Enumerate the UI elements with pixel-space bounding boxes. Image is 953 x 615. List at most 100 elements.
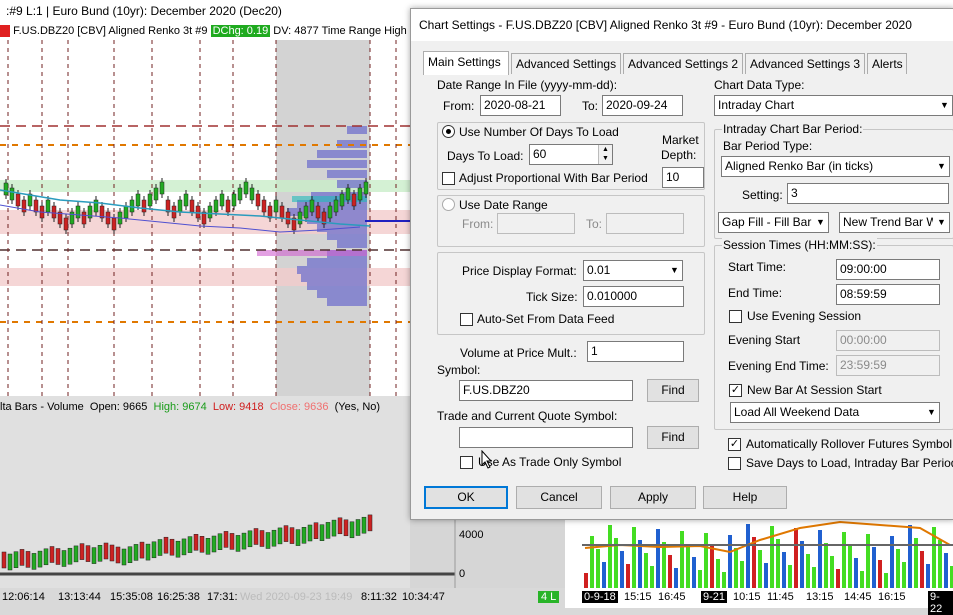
from-label: From: xyxy=(443,99,475,113)
mini-volume-bar xyxy=(890,536,894,588)
delta-bar xyxy=(19,549,25,566)
time-axis-cursor-label: Wed 2020-09-23 19:49 xyxy=(240,591,353,603)
delta-bar xyxy=(319,524,325,541)
renko-bar xyxy=(189,199,195,213)
new-bar-session-checkbox[interactable]: ✓ xyxy=(729,384,742,397)
mini-volume-bar xyxy=(710,546,714,588)
save-days-checkbox[interactable] xyxy=(728,457,741,470)
tab-label: Alerts xyxy=(872,57,903,71)
new-trend-select[interactable]: New Trend Bar W ▼ xyxy=(839,212,950,233)
days-spinner[interactable]: ▲ ▼ xyxy=(598,145,612,164)
mini-volume-bar xyxy=(782,552,786,588)
mini-volume-bar xyxy=(776,539,780,588)
mini-volume-bar xyxy=(758,550,762,588)
dialog-title-bar[interactable]: Chart Settings - F.US.DBZ20 [CBV] Aligne… xyxy=(411,9,953,41)
bar-period-type-select[interactable]: Aligned Renko Bar (in ticks) ▼ xyxy=(721,156,950,177)
find-symbol-button[interactable]: Find xyxy=(647,379,699,402)
trade-symbol-input[interactable] xyxy=(459,427,633,448)
tab-main-settings[interactable]: Main Settings xyxy=(423,51,509,75)
to-date-input[interactable]: 2020-09-24 xyxy=(602,95,683,116)
delta-bar xyxy=(115,546,121,564)
delta-bar xyxy=(127,546,133,563)
end-time-value: 08:59:59 xyxy=(840,287,887,301)
weekend-data-select[interactable]: Load All Weekend Data ▼ xyxy=(730,402,940,423)
tab-advanced-settings-3[interactable]: Advanced Settings 3 xyxy=(745,53,865,74)
mini-volume-bar xyxy=(644,553,648,588)
volume-price-mult-input[interactable]: 1 xyxy=(587,341,684,362)
days-to-load-value: 60 xyxy=(533,147,547,161)
indicator-close: Close: 9636 xyxy=(269,401,329,413)
mini-volume-bar xyxy=(584,573,588,588)
profile-bar xyxy=(327,232,367,240)
renko-bar xyxy=(93,199,99,213)
trade-only-checkbox[interactable] xyxy=(460,456,473,469)
find-trade-symbol-button[interactable]: Find xyxy=(647,426,699,449)
evening-end-input[interactable]: 23:59:59 xyxy=(836,355,940,376)
symbol-input[interactable]: F.US.DBZ20 xyxy=(459,380,633,401)
from-date-input[interactable]: 2020-08-21 xyxy=(480,95,561,116)
session-times-label: Session Times (HH:MM:SS): xyxy=(722,238,877,252)
range-to-input[interactable] xyxy=(606,213,684,234)
tick-size-input[interactable]: 0.010000 xyxy=(583,286,684,307)
delta-bar xyxy=(7,553,13,571)
range-from-input[interactable] xyxy=(497,213,575,234)
renko-bar xyxy=(81,211,87,225)
tab-advanced-settings[interactable]: Advanced Settings xyxy=(511,53,621,74)
chevron-down-icon: ▼ xyxy=(666,261,682,280)
tab-advanced-settings-2[interactable]: Advanced Settings 2 xyxy=(623,53,743,74)
time-axis-label: 17:31: xyxy=(207,591,238,603)
market-depth-input[interactable]: 10 xyxy=(662,167,704,188)
apply-button[interactable]: Apply xyxy=(610,486,696,509)
cancel-button[interactable]: Cancel xyxy=(516,486,602,509)
delta-bar xyxy=(235,535,241,552)
time-axis-label: 13:13:44 xyxy=(58,591,101,603)
delta-bar xyxy=(229,533,235,550)
symbol-value: F.US.DBZ20 xyxy=(463,383,530,397)
use-evening-label: Use Evening Session xyxy=(747,309,862,323)
mini-volume-bar xyxy=(794,528,798,588)
setting-input[interactable]: 3 xyxy=(787,183,949,204)
auto-set-checkbox[interactable] xyxy=(460,313,473,326)
days-to-load-input[interactable]: 60 ▲ ▼ xyxy=(529,144,613,165)
ok-button[interactable]: OK xyxy=(424,486,508,509)
price-format-select[interactable]: 0.01 ▼ xyxy=(583,260,683,281)
tab-alerts[interactable]: Alerts xyxy=(867,53,907,74)
mini-volume-bar xyxy=(662,542,666,588)
delta-bar xyxy=(31,553,37,570)
renko-bar xyxy=(351,193,357,207)
bar-period-type-label: Bar Period Type: xyxy=(723,139,813,153)
use-days-radio[interactable] xyxy=(442,125,455,138)
mini-volume-bar xyxy=(722,572,726,588)
help-button-label: Help xyxy=(732,490,758,504)
gap-fill-select[interactable]: Gap Fill - Fill Bar ▼ xyxy=(718,212,829,233)
use-evening-checkbox[interactable] xyxy=(729,310,742,323)
mini-axis-label: 14:45 xyxy=(844,591,872,603)
chart-data-type-select[interactable]: Intraday Chart ▼ xyxy=(714,95,953,116)
intraday-period-label: Intraday Chart Bar Period: xyxy=(722,122,864,136)
evening-start-input[interactable]: 00:00:00 xyxy=(836,330,940,351)
chart-settings-dialog: Chart Settings - F.US.DBZ20 [CBV] Aligne… xyxy=(410,8,953,520)
mini-volume-bar xyxy=(812,567,816,588)
new-trend-value: New Trend Bar W xyxy=(843,215,938,229)
to-label: To: xyxy=(582,99,599,113)
renko-bar xyxy=(159,181,165,195)
mini-volume-bar xyxy=(740,561,744,588)
delta-bar xyxy=(295,529,301,546)
delta-bar xyxy=(307,524,313,542)
mini-volume-bar xyxy=(590,536,594,588)
use-date-range-radio[interactable] xyxy=(442,198,455,211)
mini-volume-bar xyxy=(668,555,672,588)
mini-volume-bar xyxy=(908,525,912,588)
auto-rollover-checkbox[interactable]: ✓ xyxy=(728,438,741,451)
mini-axis-label: 16:15 xyxy=(878,591,906,603)
tab-label: Main Settings xyxy=(428,55,501,69)
renko-bar xyxy=(243,181,249,195)
help-button[interactable]: Help xyxy=(703,486,787,509)
delta-bar xyxy=(343,519,349,537)
renko-bar xyxy=(51,205,57,219)
end-time-input[interactable]: 08:59:59 xyxy=(836,284,940,305)
start-time-input[interactable]: 09:00:00 xyxy=(836,259,940,280)
mini-volume-bar xyxy=(848,545,852,588)
profile-bar xyxy=(337,240,367,248)
adjust-proportional-checkbox[interactable] xyxy=(442,172,455,185)
